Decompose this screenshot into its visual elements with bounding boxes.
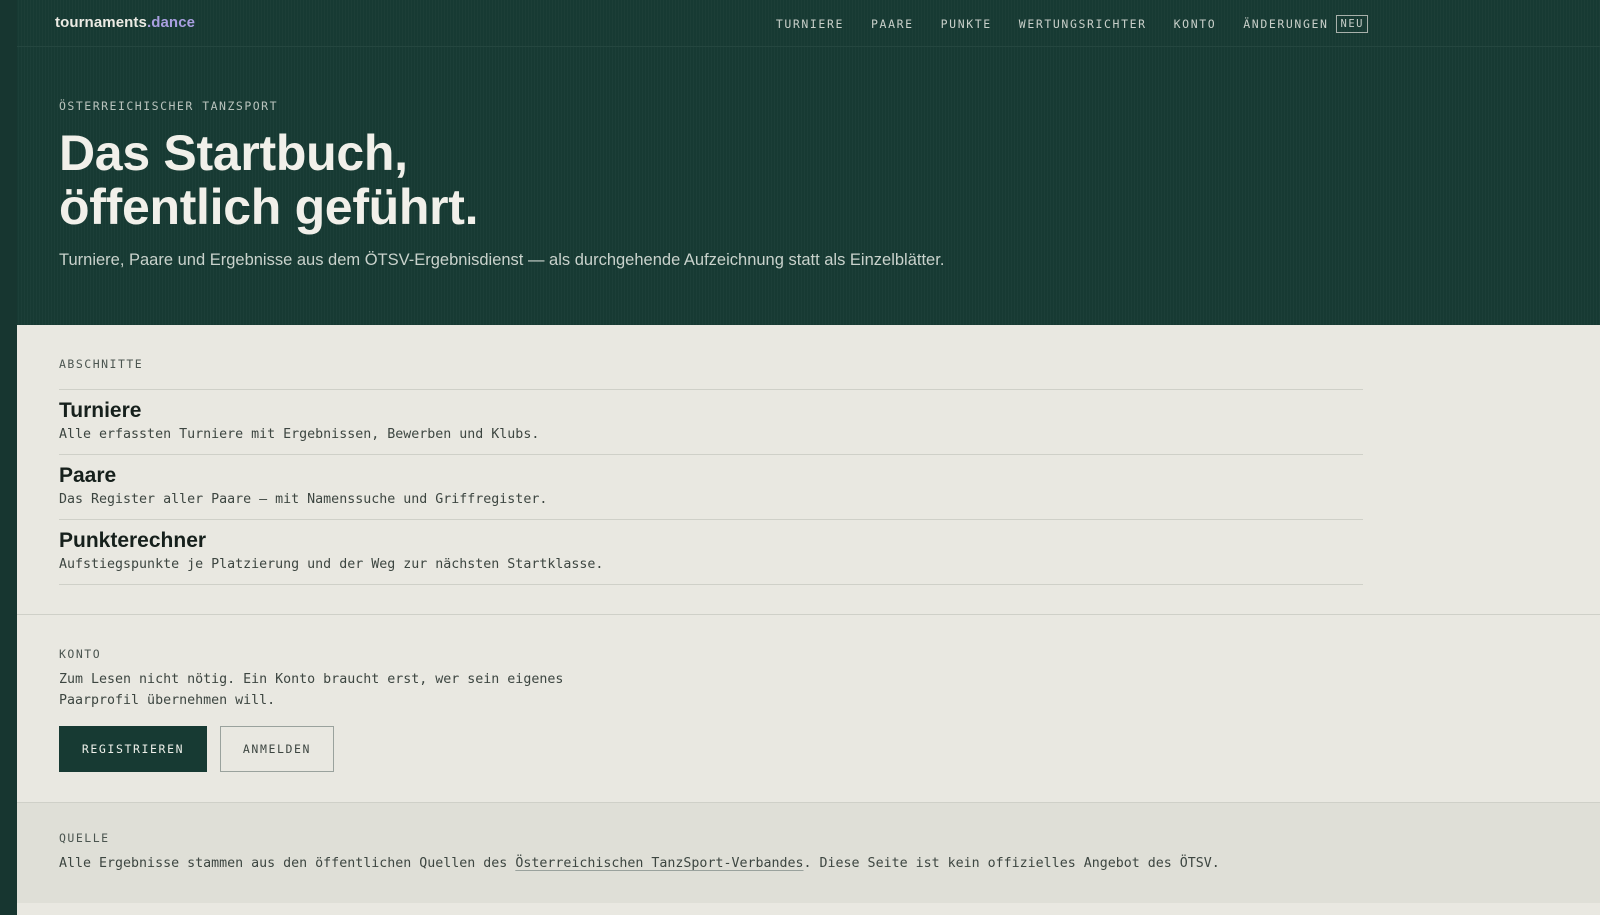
hero-eyebrow: ÖSTERREICHISCHER TANZSPORT [59,99,279,113]
bottom-strip [17,903,1600,915]
hero-title-line-1: Das Startbuch, [59,125,408,181]
nav-link-konto[interactable]: KONTO [1174,17,1217,31]
brand-name: tournaments [55,14,147,31]
brand-logo[interactable]: tournaments.dance [55,14,195,31]
sections-label: ABSCHNITTE [59,357,144,371]
hero-title: Das Startbuch, öffentlich geführt. [59,125,479,235]
nav-link-aenderungen-label: ÄNDERUNGEN [1243,16,1329,31]
nav-link-punkte[interactable]: PUNKTE [941,17,992,31]
nav-link-paare[interactable]: PAARE [871,17,914,31]
source-text-before: Alle Ergebnisse stammen aus den öffentli… [59,856,516,871]
hero-subtitle: Turniere, Paare und Ergebnisse aus dem Ö… [59,251,945,269]
account-section: KONTO Zum Lesen nicht nötig. Ein Konto b… [17,615,1600,803]
nav-link-aenderungen[interactable]: ÄNDERUNGEN NEU [1243,14,1368,33]
brand-tld: .dance [146,14,196,31]
section-title[interactable]: Punkterechner [59,529,206,553]
section-description: Aufstiegspunkte je Platzierung und der W… [59,557,604,572]
login-button[interactable]: ANMELDEN [220,726,334,772]
new-badge: NEU [1335,14,1368,33]
section-title[interactable]: Turniere [59,399,141,423]
oetsv-link[interactable]: Österreichischen TanzSport-Verbandes [515,856,803,871]
account-label: KONTO [59,647,102,661]
section-item-paare[interactable]: Paare Das Register aller Paare — mit Nam… [59,455,1363,520]
top-navigation: tournaments.dance TURNIERE PAARE PUNKTE … [17,0,1600,47]
sections-list: Turniere Alle erfassten Turniere mit Erg… [59,389,1363,585]
source-text-after: . Diese Seite ist kein offizielles Angeb… [803,856,1220,871]
account-text: Zum Lesen nicht nötig. Ein Konto braucht… [59,672,564,708]
section-item-punkterechner[interactable]: Punkterechner Aufstiegspunkte je Platzie… [59,520,1363,585]
source-section: QUELLE Alle Ergebnisse stammen aus den ö… [17,803,1600,903]
section-title[interactable]: Paare [59,464,116,488]
hero-section: ÖSTERREICHISCHER TANZSPORT Das Startbuch… [17,47,1600,325]
sections-area: ABSCHNITTE Turniere Alle erfassten Turni… [17,325,1600,615]
source-label: QUELLE [59,831,110,845]
page: tournaments.dance TURNIERE PAARE PUNKTE … [17,0,1600,915]
hero-title-line-2: öffentlich geführt. [59,179,479,235]
nav-link-turniere[interactable]: TURNIERE [776,17,844,31]
section-description: Alle erfassten Turniere mit Ergebnissen,… [59,427,540,442]
register-button[interactable]: REGISTRIEREN [59,726,207,772]
section-description: Das Register aller Paare — mit Namenssuc… [59,492,548,507]
section-item-turniere[interactable]: Turniere Alle erfassten Turniere mit Erg… [59,390,1363,455]
nav-link-wertungsrichter[interactable]: WERTUNGSRICHTER [1019,17,1147,31]
nav-links: TURNIERE PAARE PUNKTE WERTUNGSRICHTER KO… [749,0,1368,47]
source-text: Alle Ergebnisse stammen aus den öffentli… [59,856,1220,871]
